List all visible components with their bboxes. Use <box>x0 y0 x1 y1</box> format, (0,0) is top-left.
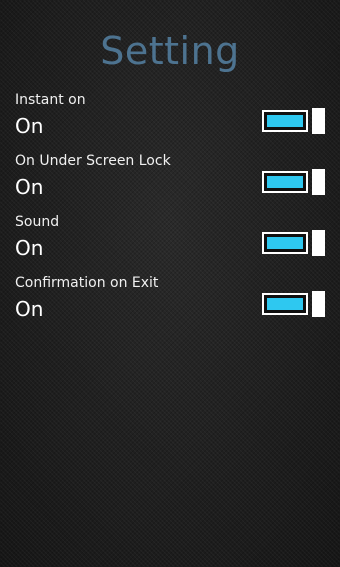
sound-toggle[interactable] <box>262 230 325 258</box>
setting-label: Instant on <box>15 92 86 108</box>
setting-confirmation-on-exit: Confirmation on Exit On <box>15 274 327 335</box>
toggle-track <box>262 232 308 254</box>
setting-value: On <box>15 297 44 321</box>
toggle-thumb[interactable] <box>312 169 325 195</box>
toggle-fill <box>267 115 303 127</box>
setting-label: On Under Screen Lock <box>15 153 171 169</box>
toggle-fill <box>267 176 303 188</box>
toggle-track <box>262 110 308 132</box>
setting-label: Confirmation on Exit <box>15 275 159 291</box>
setting-value: On <box>15 236 44 260</box>
setting-label: Sound <box>15 214 60 230</box>
settings-list: Instant on On On Under Screen Lock On So… <box>15 91 327 335</box>
toggle-track <box>262 293 308 315</box>
toggle-track <box>262 171 308 193</box>
setting-value: On <box>15 175 44 199</box>
page-title: Setting <box>100 29 240 73</box>
setting-on-under-screen-lock: On Under Screen Lock On <box>15 152 327 213</box>
setting-value: On <box>15 114 44 138</box>
toggle-thumb[interactable] <box>312 230 325 256</box>
confirmation-on-exit-toggle[interactable] <box>262 291 325 319</box>
toggle-fill <box>267 298 303 310</box>
screen-lock-toggle[interactable] <box>262 169 325 197</box>
instant-on-toggle[interactable] <box>262 108 325 136</box>
setting-sound: Sound On <box>15 213 327 274</box>
toggle-thumb[interactable] <box>312 291 325 317</box>
toggle-thumb[interactable] <box>312 108 325 134</box>
setting-instant-on: Instant on On <box>15 91 327 152</box>
toggle-fill <box>267 237 303 249</box>
